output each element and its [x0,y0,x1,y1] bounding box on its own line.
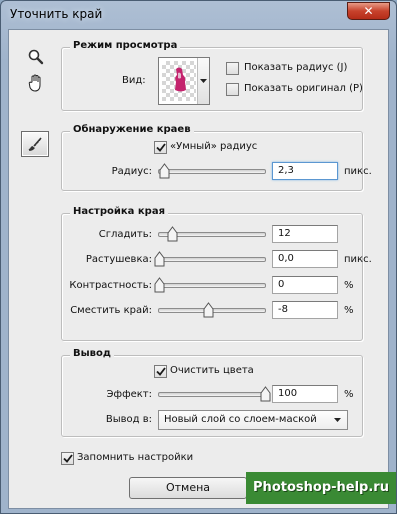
window-title: Уточнить край [10,7,103,21]
contrast-input[interactable]: 0 [272,276,338,294]
shift-edge-slider-thumb[interactable] [203,302,214,318]
view-label: Вид: [122,75,146,86]
smooth-label: Сгладить: [98,229,152,240]
shift-edge-input[interactable]: -8 [272,301,338,319]
adjust-edge-title: Настройка края [70,206,169,217]
amount-label: Эффект: [106,389,152,400]
feather-unit: пикс. [344,254,372,265]
view-mode-picker[interactable] [158,57,210,105]
radius-slider[interactable] [158,163,266,179]
show-original-checkbox[interactable] [226,83,239,96]
output-title: Вывод [70,348,114,359]
radius-input[interactable]: 2,3 [272,162,338,180]
watermark: Photoshop-help.ru [246,472,396,504]
refine-edge-dialog: Уточнить край ✕ Режим просмотра Вид: Пок… [0,0,397,514]
chevron-down-icon [334,418,341,422]
zoom-icon [28,49,44,65]
cancel-button[interactable]: Отмена [129,477,247,499]
hand-tool[interactable] [22,70,50,96]
output-to-label: Вывод в: [105,414,152,425]
output-to-value: Новый слой со слоем-маской [164,414,317,425]
decontaminate-label: Очистить цвета [170,365,254,376]
view-mode-title: Режим просмотра [70,40,181,51]
smooth-slider[interactable] [158,226,266,242]
radius-label: Радиус: [111,166,152,177]
radius-slider-thumb[interactable] [159,163,170,179]
adjust-edge-section: Настройка края Сгладить: 12 Растушевка: … [61,206,372,341]
zoom-tool[interactable] [22,44,50,70]
feather-slider[interactable] [154,251,266,267]
tool-column [9,30,59,508]
show-radius-checkbox[interactable] [226,62,239,75]
contrast-slider[interactable] [154,277,266,293]
checkmark-icon [62,454,73,463]
contrast-label: Контрастность: [69,280,152,291]
smart-radius-checkbox[interactable] [154,141,167,154]
radius-unit: пикс. [344,166,372,177]
refine-radius-brush-icon [28,137,42,151]
output-section: Вывод Очистить цвета Эффект: 100 % Вывод… [61,348,363,437]
refine-radius-tool[interactable] [21,131,49,157]
remember-settings-label: Запомнить настройки [77,452,194,463]
edge-detection-section: Обнаружение краев «Умный» радиус Радиус:… [61,124,372,191]
view-preview-thumbnail [162,61,196,101]
decontaminate-checkbox[interactable] [154,365,167,378]
smart-radius-label: «Умный» радиус [170,141,258,152]
remember-settings-checkbox[interactable] [61,452,74,465]
show-original-label: Показать оригинал (P) [244,83,363,94]
shift-edge-unit: % [344,305,354,316]
amount-slider-thumb[interactable] [260,386,271,402]
show-radius-label: Показать радиус (J) [244,62,348,73]
shift-edge-label: Сместить край: [70,305,152,316]
contrast-slider-thumb[interactable] [154,277,165,293]
feather-slider-thumb[interactable] [154,251,165,267]
smooth-slider-thumb[interactable] [167,226,178,242]
view-mode-section: Режим просмотра Вид: Показать радиус (J)… [61,40,363,111]
amount-input[interactable]: 100 [272,385,338,403]
shift-edge-slider[interactable] [158,302,266,318]
close-icon: ✕ [363,4,374,18]
feather-input[interactable]: 0,0 [272,250,338,268]
edge-detection-title: Обнаружение краев [70,124,194,135]
title-bar[interactable]: Уточнить край ✕ [1,1,396,29]
view-mode-dropdown[interactable] [197,58,209,104]
output-to-select[interactable]: Новый слой со слоем-маской [158,410,348,430]
checkmark-icon [155,143,166,152]
amount-unit: % [344,389,354,400]
hand-icon [28,74,41,92]
chevron-down-icon [200,78,207,83]
amount-slider[interactable] [158,386,271,402]
checkmark-icon [155,367,166,376]
preview-subject-image [175,67,186,92]
feather-label: Растушевка: [85,254,152,265]
smooth-input[interactable]: 12 [272,225,338,243]
dialog-body: Режим просмотра Вид: Показать радиус (J)… [8,29,389,509]
contrast-unit: % [344,280,354,291]
close-button[interactable]: ✕ [347,2,390,20]
